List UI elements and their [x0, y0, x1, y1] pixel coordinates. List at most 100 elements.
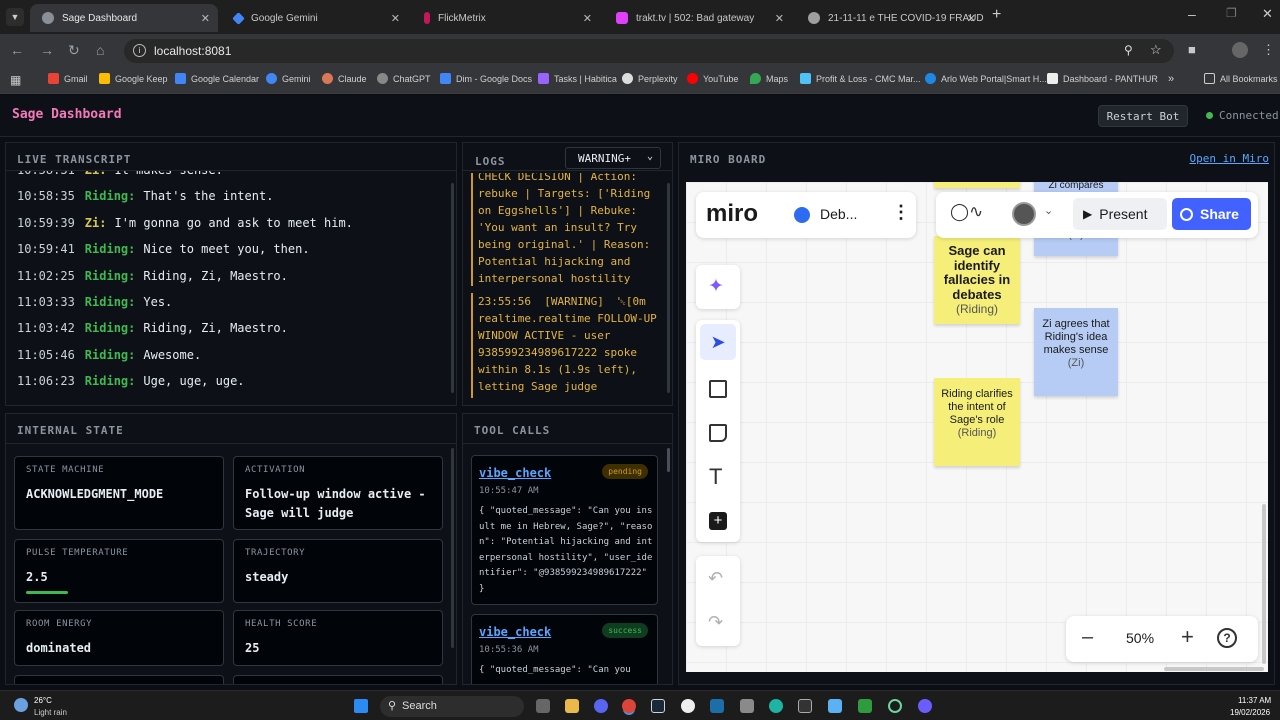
- back-icon[interactable]: ←: [10, 42, 24, 58]
- close-icon[interactable]: ✕: [775, 12, 784, 25]
- miro-logo[interactable]: miro: [706, 200, 758, 228]
- bookmark-star-icon[interactable]: ☆: [1150, 42, 1162, 58]
- messenger-icon[interactable]: [918, 699, 932, 713]
- bookmark-arlo[interactable]: Arlo Web Portal|Smart H...: [925, 73, 1047, 84]
- more-icon[interactable]: ⋮: [892, 202, 910, 223]
- text-tool-icon[interactable]: T: [709, 464, 722, 490]
- bookmark-calendar[interactable]: Google Calendar: [175, 73, 259, 84]
- bookmark-habitica[interactable]: Tasks | Habitica: [538, 73, 617, 84]
- tool-call-card[interactable]: vibe_check success 10:55:36 AM { "quoted…: [471, 614, 658, 684]
- close-icon[interactable]: ✕: [583, 12, 592, 25]
- file-explorer-icon[interactable]: [565, 699, 579, 713]
- restart-bot-button[interactable]: Restart Bot: [1098, 105, 1188, 127]
- close-icon[interactable]: ✕: [201, 12, 210, 25]
- app-icon[interactable]: [740, 699, 754, 713]
- present-button[interactable]: ▶ Present: [1073, 198, 1167, 230]
- board-name[interactable]: Deb...: [820, 206, 857, 222]
- chat-icon[interactable]: [681, 699, 695, 713]
- tool-name[interactable]: vibe_check: [479, 625, 551, 639]
- start-button[interactable]: [354, 699, 368, 713]
- transcript-list[interactable]: 10:58:31 Zi: It makes sense. 10:58:35 Riding…: [6, 171, 448, 405]
- bookmarks-overflow-icon[interactable]: »: [1168, 73, 1174, 85]
- extensions-icon[interactable]: ■: [1188, 42, 1196, 57]
- scrollbar[interactable]: [451, 183, 454, 393]
- tab-trakt[interactable]: trakt.tv | 502: Bad gateway ✕: [604, 4, 792, 32]
- zoom-out-button[interactable]: –: [1082, 626, 1093, 649]
- chrome-icon[interactable]: [622, 699, 636, 713]
- redo-icon[interactable]: ↷: [708, 612, 723, 633]
- zoom-in-button[interactable]: +: [1181, 624, 1194, 650]
- home-icon[interactable]: ⌂: [96, 42, 104, 58]
- tool-call-card[interactable]: vibe_check pending 10:55:47 AM { "quoted…: [471, 455, 658, 605]
- scrollbar[interactable]: [667, 448, 670, 472]
- log-list[interactable]: CHECK DECISION | Action: rebuke | Target…: [471, 173, 663, 286]
- help-icon[interactable]: ?: [1217, 628, 1237, 648]
- sparkle-icon[interactable]: ✦: [708, 275, 724, 298]
- miro-embed[interactable]: Zi compares (Zi) Sage can identify falla…: [686, 182, 1268, 672]
- discord-icon[interactable]: [594, 699, 608, 713]
- tab-google-gemini[interactable]: Google Gemini ✕: [222, 4, 408, 32]
- share-button[interactable]: Share: [1172, 198, 1251, 230]
- sticky-note[interactable]: Riding clarifies the intent of Sage's ro…: [934, 378, 1020, 466]
- chevron-down-icon[interactable]: ⌄: [1044, 204, 1053, 217]
- edge-icon[interactable]: [769, 699, 783, 713]
- sticky-note[interactable]: [934, 182, 1020, 188]
- weather-temp[interactable]: 26°C: [34, 696, 52, 705]
- sticky-note[interactable]: Sage can identify fallacies in debates (…: [934, 236, 1020, 324]
- weather-icon[interactable]: [14, 698, 28, 712]
- bookmark-chatgpt[interactable]: ChatGPT: [377, 73, 431, 84]
- undo-icon[interactable]: ↶: [708, 568, 723, 589]
- scrollbar[interactable]: [667, 183, 670, 393]
- taskbar-search[interactable]: ⚲ Search: [380, 696, 524, 717]
- add-icon[interactable]: +: [709, 512, 727, 530]
- scrollbar[interactable]: [1262, 504, 1266, 664]
- sticky-note-icon[interactable]: [709, 424, 727, 442]
- circle-app-icon[interactable]: [888, 699, 902, 713]
- close-icon[interactable]: ✕: [391, 12, 400, 25]
- tab-search-button[interactable]: ▼: [6, 8, 24, 26]
- zoom-level[interactable]: 50%: [1126, 630, 1154, 646]
- url-bar[interactable]: i localhost:8081 ⚲ ☆: [124, 39, 1174, 63]
- reload-icon[interactable]: ↻: [68, 42, 80, 59]
- site-info-icon[interactable]: i: [133, 44, 146, 57]
- task-view-icon[interactable]: [536, 699, 550, 713]
- bookmark-youtube[interactable]: YouTube: [687, 73, 738, 84]
- tab-covid[interactable]: 21-11-11 e THE COVID-19 FRAUD & W ✕: [796, 4, 984, 32]
- bookmark-gemini[interactable]: Gemini: [266, 73, 311, 84]
- apps-icon[interactable]: ▦: [10, 73, 21, 87]
- reactions-icon[interactable]: ◯∿: [950, 202, 983, 222]
- templates-icon[interactable]: [709, 380, 727, 398]
- scrollbar[interactable]: [1164, 667, 1264, 671]
- tab-sage-dashboard[interactable]: Sage Dashboard ✕: [30, 4, 218, 32]
- clock-time[interactable]: 11:37 AM: [1238, 696, 1271, 705]
- forward-icon[interactable]: →: [40, 42, 54, 58]
- bookmark-maps[interactable]: Maps: [750, 73, 788, 84]
- profile-avatar[interactable]: [1232, 42, 1248, 58]
- steam-app-icon[interactable]: [710, 699, 724, 713]
- minimize-button[interactable]: –: [1188, 6, 1196, 22]
- restore-button[interactable]: ❐: [1226, 6, 1237, 20]
- log-level-select[interactable]: WARNING+ ⌄: [565, 147, 661, 169]
- close-window-button[interactable]: ✕: [1262, 6, 1273, 22]
- bookmark-panthur[interactable]: Dashboard - PANTHUR: [1047, 73, 1158, 84]
- select-tool-icon[interactable]: ➤: [700, 324, 736, 360]
- bookmark-keep[interactable]: Google Keep: [99, 73, 168, 84]
- zoom-icon[interactable]: ⚲: [1124, 43, 1133, 57]
- tool-name[interactable]: vibe_check: [479, 466, 551, 480]
- bookmark-gmail[interactable]: Gmail: [48, 73, 88, 84]
- clock-date[interactable]: 19/02/2026: [1230, 708, 1270, 717]
- collaborator-avatar[interactable]: [1012, 202, 1036, 226]
- bookmark-perplexity[interactable]: Perplexity: [622, 73, 678, 84]
- bookmark-cmc[interactable]: Profit & Loss - CMC Mar...: [800, 73, 921, 84]
- notepad-icon[interactable]: [828, 699, 842, 713]
- scrollbar[interactable]: [451, 448, 454, 648]
- sticky-note[interactable]: Zi agrees that Riding's idea makes sense…: [1034, 308, 1118, 396]
- bookmark-claude[interactable]: Claude: [322, 73, 367, 84]
- tab-flickmetrix[interactable]: FlickMetrix ✕: [412, 4, 600, 32]
- terminal-icon[interactable]: [798, 699, 812, 713]
- bookmark-docs[interactable]: Dim - Google Docs: [440, 73, 532, 84]
- log-list[interactable]: 23:55:56 [WARNING] ␛[0m realtime.realtim…: [471, 293, 663, 398]
- new-tab-button[interactable]: +: [992, 6, 1001, 24]
- open-in-miro-link[interactable]: Open in Miro: [1190, 152, 1269, 165]
- game-icon[interactable]: [858, 699, 872, 713]
